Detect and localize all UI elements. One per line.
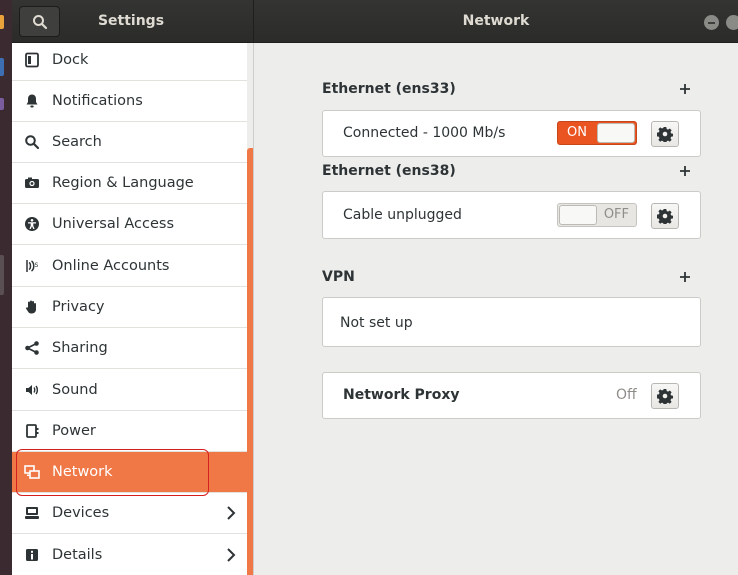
vpn-card: Not set up bbox=[322, 297, 701, 347]
sidebar-item-search[interactable]: Search bbox=[12, 122, 247, 163]
toggle-knob bbox=[597, 123, 635, 143]
share-icon bbox=[23, 339, 41, 357]
sidebar-item-label: Dock bbox=[52, 52, 89, 68]
dock-app-indicator bbox=[0, 255, 4, 295]
sidebar-item-universal-access[interactable]: Universal Access bbox=[12, 204, 247, 245]
search-icon bbox=[23, 133, 41, 151]
network-proxy-state: Off bbox=[616, 387, 637, 403]
header-bar: Settings Network bbox=[12, 0, 738, 43]
gear-icon bbox=[657, 127, 673, 142]
minimize-icon bbox=[708, 22, 715, 24]
sidebar-item-details[interactable]: Details bbox=[12, 535, 247, 575]
sidebar-item-label: Power bbox=[52, 423, 96, 439]
search-button[interactable] bbox=[19, 6, 60, 37]
gear-icon bbox=[657, 389, 673, 404]
add-vpn-button[interactable] bbox=[678, 270, 692, 284]
sidebar-item-sharing[interactable]: Sharing bbox=[12, 328, 247, 369]
sidebar-item-devices[interactable]: Devices bbox=[12, 493, 247, 534]
sidebar-item-label: Universal Access bbox=[52, 216, 175, 232]
speaker-icon bbox=[23, 381, 41, 399]
sidebar-item-dock[interactable]: Dock bbox=[12, 43, 247, 81]
sidebar-item-region-language[interactable]: Region & Language bbox=[12, 163, 247, 204]
ethernet2-toggle[interactable]: OFF bbox=[557, 203, 637, 227]
minimize-button[interactable] bbox=[704, 15, 719, 30]
sidebar-item-label: Details bbox=[52, 547, 103, 563]
dock-app-indicator bbox=[0, 58, 4, 76]
add-ethernet2-button[interactable] bbox=[678, 164, 692, 178]
network-proxy-label: Network Proxy bbox=[343, 387, 460, 403]
devices-icon bbox=[23, 504, 41, 522]
maximize-button[interactable] bbox=[726, 15, 738, 30]
ethernet2-card: Cable unplugged OFF bbox=[322, 191, 701, 239]
ethernet1-card: Connected - 1000 Mb/s ON bbox=[322, 110, 701, 157]
sidebar-item-power[interactable]: Power bbox=[12, 411, 247, 452]
dock-app-indicator bbox=[0, 98, 4, 110]
sidebar-item-label: Notifications bbox=[52, 93, 143, 109]
chevron-right-icon bbox=[227, 506, 236, 520]
network-proxy-row[interactable]: Network Proxy Off bbox=[322, 372, 701, 419]
sidebar-item-label: Privacy bbox=[52, 299, 105, 315]
toggle-knob bbox=[559, 205, 597, 225]
search-icon bbox=[32, 14, 47, 29]
sidebar-item-label: Sound bbox=[52, 382, 98, 398]
sidebar-item-label: Online Accounts bbox=[52, 258, 170, 274]
network-highlight-outline bbox=[16, 449, 209, 496]
add-ethernet1-button[interactable] bbox=[678, 82, 692, 96]
sidebar-item-sound[interactable]: Sound bbox=[12, 370, 247, 411]
dock-app-indicator bbox=[0, 15, 4, 29]
app-title: Settings bbox=[97, 13, 165, 29]
sidebar-item-label: Sharing bbox=[52, 340, 108, 356]
sidebar-item-label: Search bbox=[52, 134, 102, 150]
panel-title: Network bbox=[462, 13, 530, 29]
power-plug-icon bbox=[23, 422, 41, 440]
ethernet1-title: Ethernet (ens33) bbox=[322, 81, 456, 97]
ethernet1-toggle[interactable]: ON bbox=[557, 121, 637, 145]
bell-icon bbox=[23, 92, 41, 110]
vpn-status: Not set up bbox=[340, 315, 413, 331]
toggle-state-label: ON bbox=[567, 125, 587, 140]
toggle-state-label: OFF bbox=[603, 207, 629, 222]
ethernet2-title: Ethernet (ens38) bbox=[322, 163, 456, 179]
ethernet2-status: Cable unplugged bbox=[343, 207, 462, 223]
info-icon bbox=[23, 546, 41, 564]
sidebar-item-privacy[interactable]: Privacy bbox=[12, 287, 247, 328]
sidebar-item-label: Devices bbox=[52, 505, 110, 521]
camera-flag-icon bbox=[23, 174, 41, 192]
sidebar-item-notifications[interactable]: Notifications bbox=[12, 81, 247, 122]
network-panel: Ethernet (ens33) Connected - 1000 Mb/s O… bbox=[254, 43, 738, 575]
ethernet2-settings-button[interactable] bbox=[651, 203, 679, 229]
ethernet1-status: Connected - 1000 Mb/s bbox=[343, 125, 506, 141]
hand-icon bbox=[23, 298, 41, 316]
online-accounts-icon: S bbox=[23, 257, 41, 275]
desktop-dock-strip bbox=[0, 0, 12, 575]
sidebar-item-label: Region & Language bbox=[52, 175, 194, 191]
vpn-title: VPN bbox=[322, 269, 355, 285]
network-proxy-settings-button[interactable] bbox=[651, 383, 679, 409]
chevron-right-icon bbox=[227, 548, 236, 562]
ethernet1-settings-button[interactable] bbox=[651, 121, 679, 147]
sidebar-item-online-accounts[interactable]: S Online Accounts bbox=[12, 246, 247, 287]
dock-icon bbox=[23, 51, 41, 69]
accessibility-icon bbox=[23, 215, 41, 233]
gear-icon bbox=[657, 209, 673, 224]
svg-text:S: S bbox=[35, 262, 39, 269]
